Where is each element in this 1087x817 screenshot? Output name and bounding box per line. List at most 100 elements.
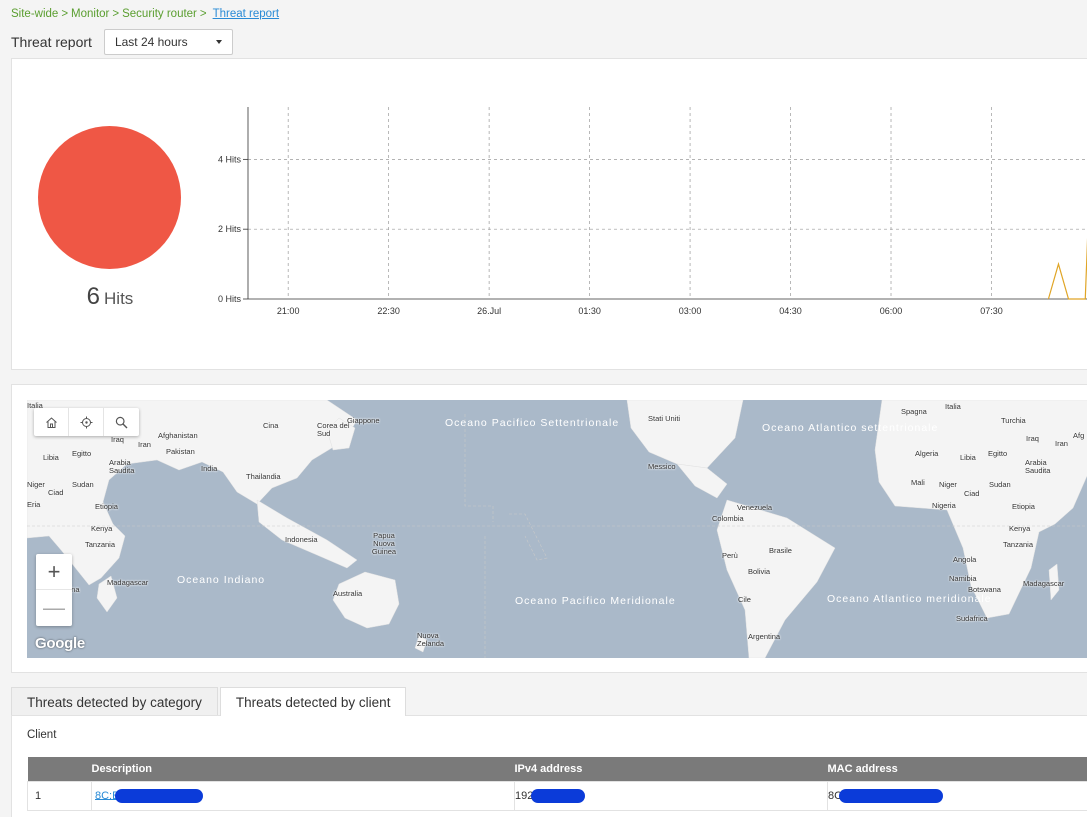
map-toolbar [34,408,139,436]
column-header-description[interactable]: Description [91,757,515,781]
y-tick-label: 2 Hits [218,224,242,234]
map-label: Libia [43,453,59,462]
chevron-down-icon [215,40,222,44]
ocean-label: Oceano Atlantico settentrionale [762,422,939,434]
x-tick-label: 01:30 [578,306,601,316]
redaction-mask [839,788,944,803]
tab-threats-by-client[interactable]: Threats detected by client [219,687,407,716]
threat-map[interactable]: Italia Iraq Iran Afghanistan Cina Corea … [27,400,1087,658]
client-table: Description IPv4 address MAC address 1 8… [27,757,1087,811]
time-range-select[interactable]: Last 24 hours [103,29,233,55]
tab-threats-by-category[interactable]: Threats detected by category [11,687,218,716]
map-label: Niger [939,480,957,489]
map-label: Madagascar [1023,579,1065,588]
zoom-out-button[interactable]: — [36,590,72,626]
map-label: Madagascar [107,578,149,587]
x-tick-label: 22:30 [377,306,400,316]
map-label: Iran [1055,439,1068,448]
map-label: Arabia Saudita [109,458,135,475]
redaction-mask [115,788,204,803]
map-label: India [201,464,218,473]
hits-series-line [1047,237,1087,300]
zoom-in-button[interactable]: + [36,554,72,590]
row-mac-cell: 8C [827,780,1087,811]
map-label: Giappone [347,416,380,425]
title-row: Threat report Last 24 hours [11,29,233,55]
threats-by-client-panel: Client Description IPv4 address MAC addr… [11,715,1087,817]
map-label: Stati Uniti [648,414,681,423]
y-tick-label: 0 Hits [218,294,242,304]
y-tick-label: 4 Hits [218,154,242,164]
map-label: Arabia Saudita [1025,458,1051,475]
time-range-value: Last 24 hours [114,35,188,49]
row-ipv4-cell: 192 [514,780,828,811]
map-label: Bolivia [748,567,771,576]
search-icon [115,416,128,428]
table-header-row: Description IPv4 address MAC address [27,757,1087,781]
map-label: Nigeria [932,501,956,510]
x-tick-label: 26.Jul [477,306,501,316]
map-label: Libia [960,453,976,462]
x-tick-label: 07:30 [980,306,1003,316]
map-label: Algeria [915,449,939,458]
redaction-mask [531,788,586,803]
map-label: Perù [722,551,738,560]
map-label: Turchia [1001,416,1026,425]
map-label: Iran [138,440,151,449]
map-label: Namibia [949,574,977,583]
map-label: Messico [648,462,676,471]
map-label: Tanzania [85,540,116,549]
column-header-ipv4[interactable]: IPv4 address [514,757,828,781]
map-label: Argentina [748,632,781,641]
map-label: Sudafrica [956,614,988,623]
column-header-index [27,757,92,781]
map-label: Cile [738,595,751,604]
map-label: Cina [263,421,279,430]
table-row[interactable]: 1 8C:E 192 8C [27,780,1087,811]
page-title: Threat report [11,34,92,50]
row-index: 1 [27,780,92,811]
threat-tabs: Threats detected by category Threats det… [11,687,407,716]
map-label: Sudan [72,480,94,489]
map-label: Kenya [91,524,113,533]
map-label: Spagna [901,407,927,416]
map-label: Eria [27,500,41,509]
map-label: Indonesia [285,535,318,544]
breadcrumb-site-wide[interactable]: Site-wide [11,8,58,20]
map-home-button[interactable] [34,408,69,436]
ocean-label: Oceano Indiano [177,574,266,586]
ocean-label: Oceano Pacifico Meridionale [515,595,676,607]
column-header-mac[interactable]: MAC address [827,757,1087,781]
map-label: Afg [1073,431,1085,440]
map-search-button[interactable] [104,408,139,436]
map-label: Iraq [1026,434,1039,443]
breadcrumb-current[interactable]: Threat report [213,8,279,20]
x-tick-label: 04:30 [779,306,802,316]
map-label: Papua Nuova Guinea [371,531,397,556]
locate-icon [80,416,92,428]
map-label: Brasile [769,546,792,555]
home-icon [45,416,57,428]
map-label: Colombia [712,514,744,523]
map-panel: Italia Iraq Iran Afghanistan Cina Corea … [11,384,1087,673]
x-tick-label: 06:00 [880,306,903,316]
map-label: Thailandia [246,472,281,481]
map-label: Etiopia [95,502,118,511]
google-logo: Google [35,635,85,652]
row-description-cell: 8C:E [91,780,515,811]
client-section-label: Client [27,729,57,741]
x-tick-label: 21:00 [277,306,300,316]
ocean-label: Oceano Atlantico meridionale [827,593,992,605]
breadcrumb-security-router[interactable]: Security router [122,8,197,20]
hits-total: 6 Hits [12,283,208,311]
map-label: Sudan [989,480,1011,489]
map-label: Tanzania [1003,540,1034,549]
map-label: Australia [333,589,363,598]
breadcrumb-monitor[interactable]: Monitor [71,8,109,20]
map-locate-button[interactable] [69,408,104,436]
map-label: Mali [911,478,925,487]
map-label: Niger [27,480,45,489]
map-label: Corea del Sud [317,421,350,438]
map-zoom-control: + — [36,554,72,626]
hits-total-value: 6 [86,283,101,310]
